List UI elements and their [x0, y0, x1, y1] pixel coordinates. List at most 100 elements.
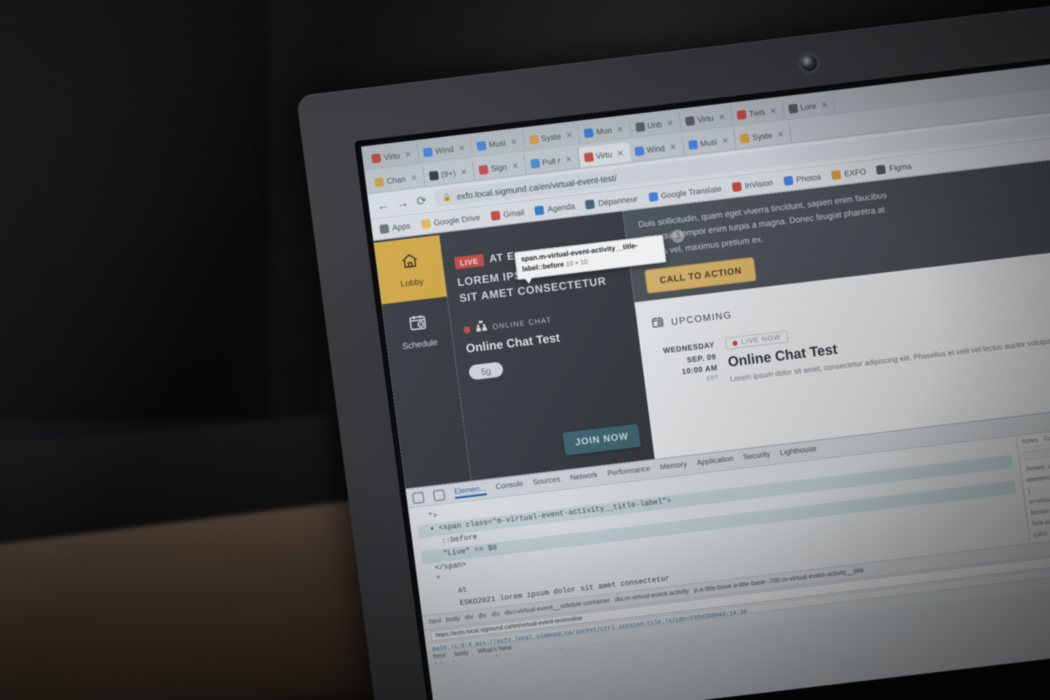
breadcrumb-item[interactable]: div	[491, 611, 500, 619]
close-icon[interactable]: ✕	[669, 142, 677, 152]
tab-favicon-icon	[634, 121, 645, 132]
tab-favicon-icon	[687, 139, 698, 150]
device-toolbar-icon[interactable]	[432, 488, 446, 501]
calendar-icon	[534, 204, 545, 215]
tab-label: Musi	[488, 138, 507, 149]
translate-icon	[647, 191, 658, 202]
bookmark-item[interactable]: Apps	[379, 221, 411, 234]
sidebar-item-lobby[interactable]: Lobby	[373, 235, 448, 305]
figma-icon	[876, 164, 887, 175]
bookmark-item[interactable]: Gmail	[490, 207, 525, 221]
close-icon[interactable]: ✕	[721, 136, 729, 146]
close-icon[interactable]: ✕	[410, 173, 418, 183]
devtools-tab[interactable]: Elemen...	[453, 483, 487, 499]
status-bar-item[interactable]: body	[454, 649, 469, 658]
bookmark-item[interactable]: Agenda	[534, 201, 575, 215]
calendar-play-icon	[407, 312, 429, 335]
people-icon	[475, 320, 489, 335]
close-icon[interactable]: ✕	[565, 154, 573, 164]
bookmark-item[interactable]: Dépanneur	[585, 194, 638, 209]
background-monitor-screen	[0, 0, 270, 420]
bookmark-item[interactable]: Figma	[876, 161, 912, 175]
back-button[interactable]: ←	[376, 197, 390, 212]
bookmark-item[interactable]: Photos	[783, 172, 821, 186]
tab-label: (9+)	[440, 168, 457, 179]
tab-favicon-icon	[583, 151, 594, 162]
tag-pill[interactable]: 5g	[468, 361, 504, 381]
chat-type-label: ONLINE CHAT	[491, 315, 553, 332]
exfo-icon	[831, 169, 842, 180]
status-bar-item[interactable]: What's New	[477, 644, 512, 655]
reload-button[interactable]: ⟳	[416, 193, 428, 208]
devtools-tab[interactable]: Security	[743, 449, 771, 464]
tab-label: Wind	[645, 143, 666, 155]
tab-favicon-icon	[528, 134, 539, 145]
bookmark-label: InVision	[744, 177, 774, 190]
activity-panel: span.m-virtual-event-activity__title-lab…	[438, 211, 686, 481]
live-dot-icon	[463, 325, 471, 334]
tab-favicon-icon	[371, 152, 382, 163]
tab-favicon-icon	[736, 109, 747, 120]
tab-favicon-icon	[374, 176, 385, 187]
devtools-tab[interactable]: Console	[495, 479, 524, 494]
photos-icon	[783, 175, 794, 186]
tab-label: Unb	[646, 119, 663, 131]
breadcrumb-item[interactable]: body	[446, 615, 461, 624]
status-bar-item[interactable]: html	[433, 652, 446, 660]
forward-button[interactable]: →	[396, 195, 410, 210]
close-icon[interactable]: ✕	[821, 100, 829, 110]
close-icon[interactable]: ✕	[458, 143, 466, 153]
close-icon[interactable]: ✕	[718, 112, 726, 122]
close-icon[interactable]: ✕	[565, 130, 573, 140]
bookmark-label: Dépanneur	[597, 193, 639, 208]
breadcrumb-item[interactable]: div	[465, 614, 474, 622]
join-now-button[interactable]: JOIN NOW	[562, 423, 642, 456]
devtools-tab[interactable]: Sources	[532, 474, 561, 489]
close-icon[interactable]: ✕	[769, 106, 777, 116]
bookmark-label: Google Translate	[660, 183, 722, 200]
styles-tab[interactable]: Computed	[1043, 434, 1050, 443]
devtools-tab[interactable]: Network	[570, 470, 599, 485]
tab-label: Mon	[595, 125, 613, 137]
breadcrumb-item[interactable]: div	[478, 612, 487, 620]
live-dot-icon	[732, 339, 738, 346]
event-datetime: WEDNESDAY SEP. 09 10:00 AM EDT	[658, 339, 720, 392]
tab-favicon-icon	[583, 127, 594, 138]
bookmark-item[interactable]: Google Drive	[420, 213, 481, 229]
sidebar-item-lobby-label: Lobby	[399, 276, 425, 289]
sidebar-item-schedule[interactable]: Schedule	[382, 297, 456, 366]
styles-tab[interactable]: Styles	[1021, 438, 1038, 446]
bookmark-item[interactable]: Google Translate	[647, 183, 722, 202]
close-icon[interactable]: ✕	[616, 148, 624, 158]
inspect-element-icon[interactable]	[412, 491, 425, 504]
bookmark-item[interactable]: InVision	[731, 177, 774, 192]
breadcrumb-item[interactable]: html	[428, 618, 441, 626]
tab-label: Twis	[748, 107, 766, 118]
tab-label: Wind	[434, 144, 454, 156]
close-icon[interactable]: ✕	[616, 124, 624, 134]
close-icon[interactable]: ✕	[460, 167, 468, 177]
close-icon[interactable]: ✕	[404, 149, 412, 159]
close-icon[interactable]: ✕	[777, 129, 785, 139]
tooltip-dimensions: 10 × 10	[565, 258, 589, 269]
tab-label: Chan	[386, 174, 407, 186]
bookmark-label: EXFO	[843, 166, 867, 179]
tab-favicon-icon	[739, 133, 750, 144]
calendar-play-icon	[650, 315, 665, 332]
bookmark-item[interactable]: EXFO	[831, 167, 866, 180]
close-icon[interactable]: ✕	[511, 161, 519, 171]
devtools-tab[interactable]: Performance	[607, 464, 651, 481]
devtools-tab[interactable]: Application	[696, 454, 734, 470]
browser-window: Virtu ✕ Wind ✕ Musi ✕ Syste ✕ Mon ✕ Unb ✕ Virtu ✕ Twis…	[361, 60, 1050, 700]
tab-label: Virtu	[595, 149, 613, 161]
drive-icon	[420, 218, 431, 229]
gmail-icon	[490, 210, 501, 221]
close-icon[interactable]: ✕	[666, 118, 674, 128]
apps-grid-icon	[379, 223, 390, 234]
bookmark-label: Agenda	[546, 201, 576, 214]
tab-label: Virtu	[696, 113, 715, 125]
close-icon[interactable]: ✕	[510, 137, 518, 147]
devtools-tab[interactable]: Memory	[659, 459, 687, 474]
dollar-icon	[585, 198, 596, 209]
devtools-tab[interactable]: Lighthouse	[779, 444, 817, 460]
